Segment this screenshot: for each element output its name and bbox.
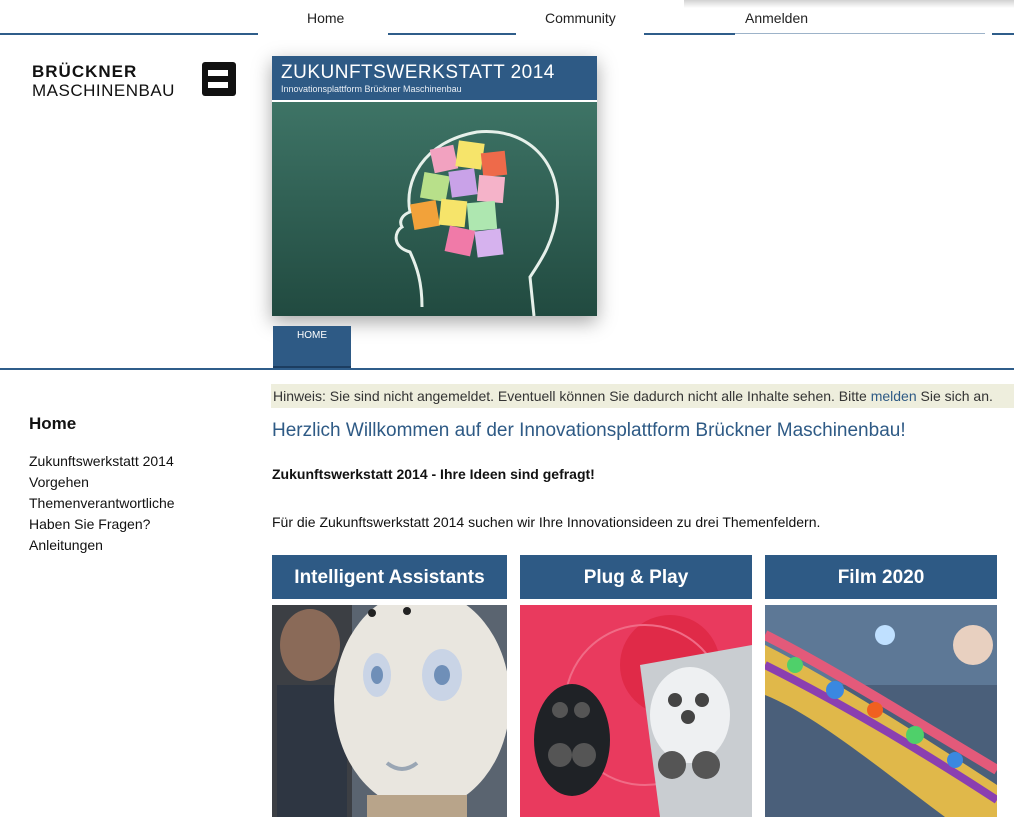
subheading: Zukunftswerkstatt 2014 - Ihre Ideen sind… <box>272 466 595 482</box>
topic-card-intelligent-assistants[interactable]: Intelligent Assistants <box>272 555 507 817</box>
hero-banner: ZUKUNFTSWERKSTATT 2014 Innovationsplattf… <box>272 56 597 316</box>
login-notice: Hinweis: Sie sind nicht angemeldet. Even… <box>271 384 1014 408</box>
tab-home[interactable]: HOME <box>273 326 351 368</box>
header-divider <box>0 368 1014 370</box>
banner-image <box>272 102 597 316</box>
sidebar-item-vorgehen[interactable]: Vorgehen <box>29 472 175 493</box>
sidebar-item-fragen[interactable]: Haben Sie Fragen? <box>29 514 175 535</box>
robot-image <box>272 605 507 817</box>
nav-divider <box>992 33 1014 35</box>
banner-header: ZUKUNFTSWERKSTATT 2014 Innovationsplattf… <box>272 56 597 100</box>
banner-subtitle: Innovationsplattform Brückner Maschinenb… <box>281 84 462 94</box>
card-title: Plug & Play <box>520 555 752 599</box>
nav-community-link[interactable]: Community <box>545 10 616 26</box>
nav-divider <box>735 33 985 34</box>
intro-text: Für die Zukunftswerkstatt 2014 suchen wi… <box>272 514 821 530</box>
card-title: Intelligent Assistants <box>272 555 507 599</box>
banner-title: ZUKUNFTSWERKSTATT 2014 <box>281 62 555 83</box>
login-link[interactable]: melden <box>871 388 917 404</box>
brueckner-logo[interactable]: BRÜCKNER MASCHINENBAU <box>32 62 237 102</box>
notice-text-after: Sie sich an. <box>916 388 993 404</box>
window-shadow <box>684 0 1014 8</box>
sidebar-item-zukunftswerkstatt[interactable]: Zukunftswerkstatt 2014 <box>29 451 175 472</box>
sidebar-nav: Zukunftswerkstatt 2014 Vorgehen Themenve… <box>29 451 175 556</box>
logo-line1: BRÜCKNER <box>32 62 138 81</box>
topic-card-film-2020[interactable]: Film 2020 <box>765 555 997 817</box>
nav-underline-community <box>644 33 735 35</box>
nav-divider <box>0 33 258 35</box>
nav-home-link[interactable]: Home <box>307 10 344 26</box>
plug-image <box>520 605 752 817</box>
card-title: Film 2020 <box>765 555 997 599</box>
welcome-heading: Herzlich Willkommen auf der Innovationsp… <box>272 420 906 441</box>
nav-underline-home <box>388 33 516 35</box>
sidebar-item-themenverantwortliche[interactable]: Themenverantwortliche <box>29 493 175 514</box>
notice-text-before: Hinweis: Sie sind nicht angemeldet. Even… <box>273 388 871 404</box>
logo-line2: MASCHINENBAU <box>32 81 175 100</box>
topic-card-plug-play[interactable]: Plug & Play <box>520 555 752 817</box>
sidebar-title: Home <box>29 414 77 433</box>
membrane-image <box>765 605 997 817</box>
sidebar-item-anleitungen[interactable]: Anleitungen <box>29 535 175 556</box>
brueckner-b-mark-icon <box>202 62 236 96</box>
nav-login-link[interactable]: Anmelden <box>745 10 808 26</box>
